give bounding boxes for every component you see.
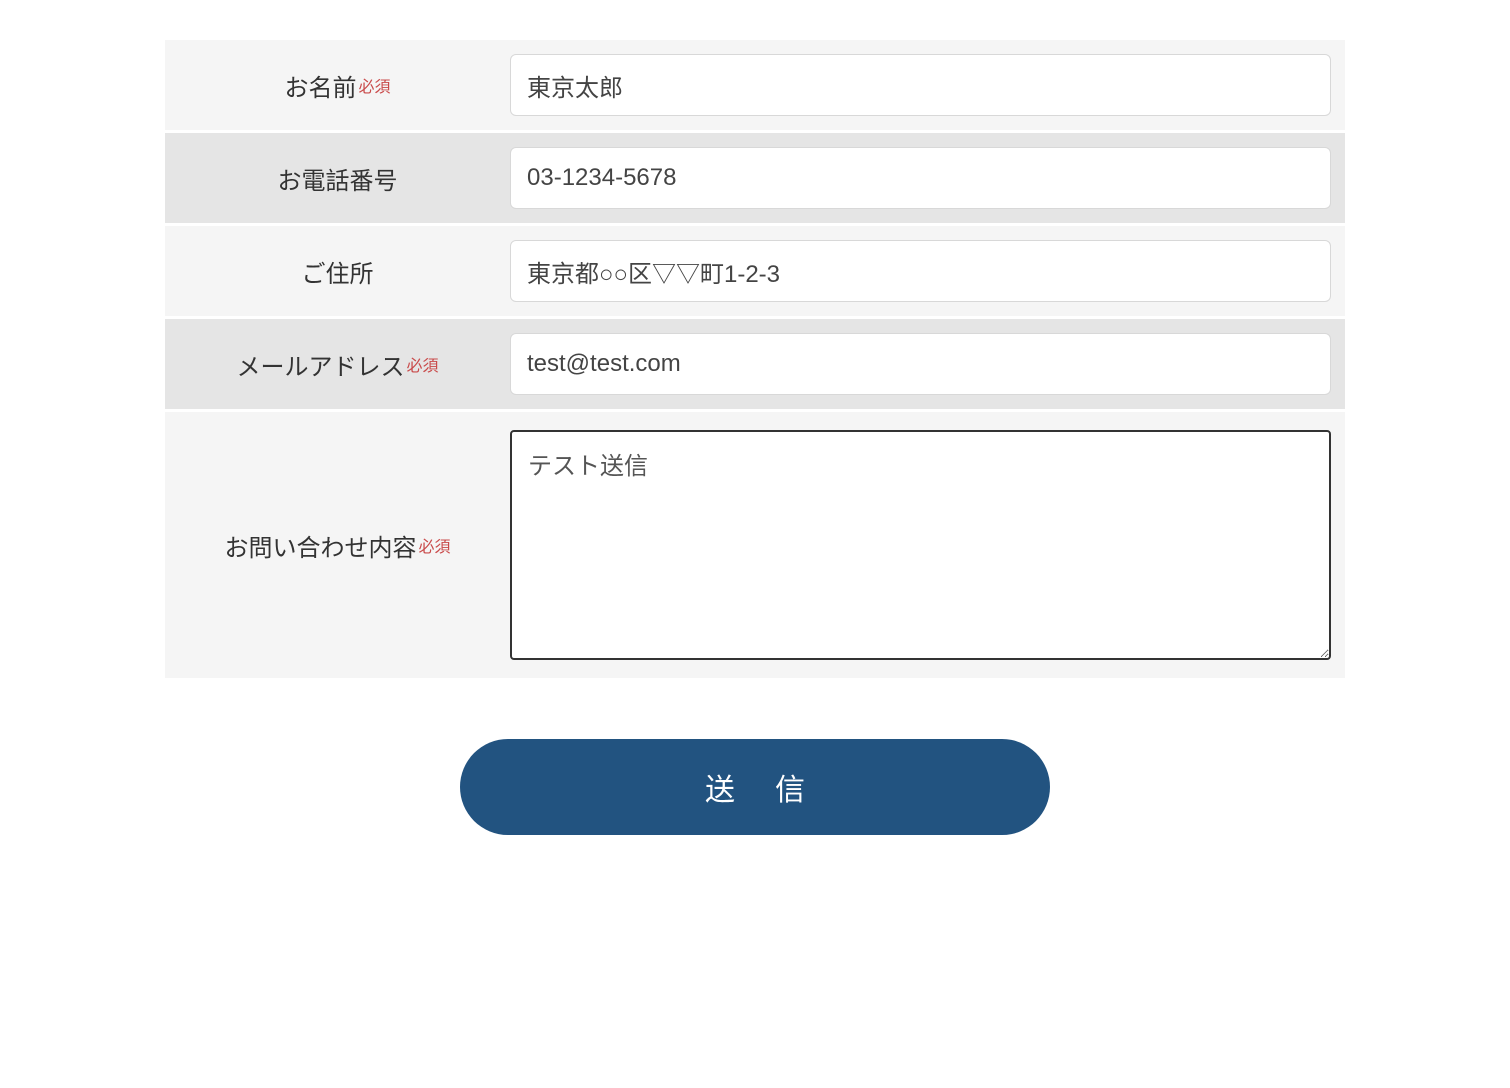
required-badge: 必須 [418, 533, 450, 557]
name-label: お名前 [284, 68, 356, 103]
name-label-cell: お名前必須 [165, 40, 510, 130]
phone-label-cell: お電話番号 [165, 133, 510, 223]
address-input[interactable] [510, 240, 1331, 302]
submit-container: 送信 [165, 739, 1345, 835]
email-label: メールアドレス [236, 347, 404, 382]
required-badge: 必須 [358, 73, 390, 97]
address-label-cell: ご住所 [165, 226, 510, 316]
inquiry-label-cell: お問い合わせ内容必須 [165, 412, 510, 678]
form-row-name: お名前必須 [165, 40, 1345, 133]
phone-label: お電話番号 [278, 161, 398, 196]
phone-input[interactable] [510, 147, 1331, 209]
inquiry-label: お問い合わせ内容 [224, 528, 416, 563]
phone-input-cell [510, 133, 1345, 223]
submit-button[interactable]: 送信 [460, 739, 1050, 835]
email-label-cell: メールアドレス必須 [165, 319, 510, 409]
required-badge: 必須 [406, 352, 438, 376]
address-label: ご住所 [302, 254, 374, 289]
contact-form: お名前必須 お電話番号 ご住所 メールアドレス必須 お問い合わせ内容必須 [165, 40, 1345, 835]
form-row-phone: お電話番号 [165, 133, 1345, 226]
address-input-cell [510, 226, 1345, 316]
email-input-cell [510, 319, 1345, 409]
name-input-cell [510, 40, 1345, 130]
inquiry-input-cell [510, 412, 1345, 678]
inquiry-textarea[interactable] [510, 430, 1331, 660]
form-row-email: メールアドレス必須 [165, 319, 1345, 412]
name-input[interactable] [510, 54, 1331, 116]
form-row-inquiry: お問い合わせ内容必須 [165, 412, 1345, 681]
email-input[interactable] [510, 333, 1331, 395]
form-row-address: ご住所 [165, 226, 1345, 319]
